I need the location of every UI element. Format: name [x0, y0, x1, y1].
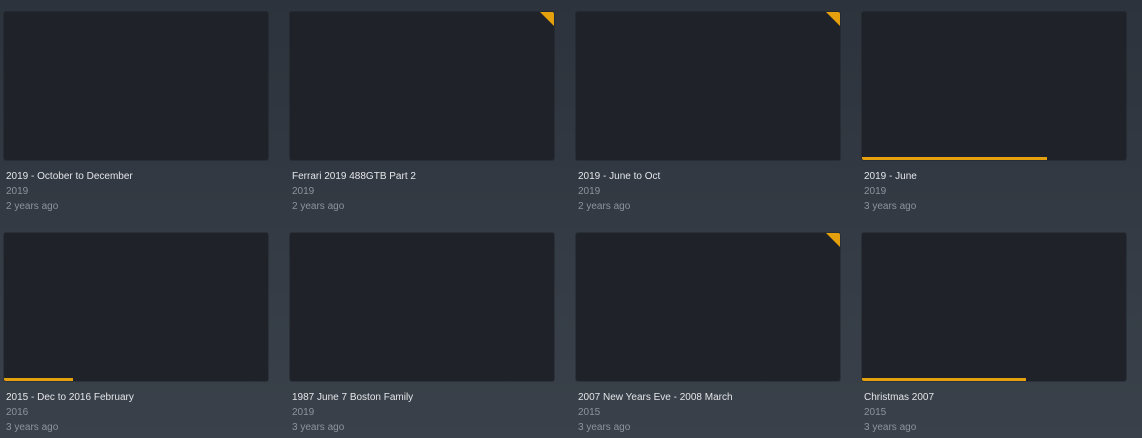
added-date: 2 years ago: [292, 201, 345, 212]
watch-progress-bar: [862, 157, 1047, 160]
media-year: 2015: [864, 407, 887, 418]
media-title[interactable]: Christmas 2007: [862, 391, 1126, 405]
poster-thumbnail[interactable]: [290, 12, 554, 160]
media-title[interactable]: 2019 - June to Oct: [576, 170, 840, 184]
media-card[interactable]: Ferrari 2019 488GTB Part 2 2019 2 years …: [290, 12, 554, 217]
added-date: 3 years ago: [6, 422, 59, 433]
media-card[interactable]: 1987 June 7 Boston Family 2019 3 years a…: [290, 233, 554, 438]
added-date: 3 years ago: [864, 422, 917, 433]
watch-progress-bar: [862, 378, 1026, 381]
media-card[interactable]: Christmas 2007 2015 3 years ago: [862, 233, 1126, 438]
media-year: 2015: [578, 407, 601, 418]
media-card[interactable]: 2019 - October to December 2019 2 years …: [4, 12, 268, 217]
added-date: 3 years ago: [578, 422, 631, 433]
unwatched-corner-icon: [826, 12, 840, 26]
media-title[interactable]: 2019 - June: [862, 170, 1126, 184]
media-card[interactable]: 2007 New Years Eve - 2008 March 2015 3 y…: [576, 233, 840, 438]
added-date: 3 years ago: [864, 201, 917, 212]
watch-progress-bar: [4, 378, 73, 381]
media-title[interactable]: 2019 - October to December: [4, 170, 268, 184]
media-card[interactable]: 2019 - June 2019 3 years ago: [862, 12, 1126, 217]
media-card[interactable]: 2019 - June to Oct 2019 2 years ago: [576, 12, 840, 217]
media-year: 2019: [292, 186, 315, 197]
media-year: 2019: [578, 186, 601, 197]
media-title[interactable]: 2015 - Dec to 2016 February: [4, 391, 268, 405]
poster-thumbnail[interactable]: [576, 233, 840, 381]
poster-thumbnail[interactable]: [4, 233, 268, 381]
media-grid: 2019 - October to December 2019 2 years …: [4, 12, 1126, 438]
media-year: 2019: [864, 186, 887, 197]
added-date: 2 years ago: [6, 201, 59, 212]
poster-thumbnail[interactable]: [576, 12, 840, 160]
media-title[interactable]: Ferrari 2019 488GTB Part 2: [290, 170, 554, 184]
poster-thumbnail[interactable]: [4, 12, 268, 160]
unwatched-corner-icon: [826, 233, 840, 247]
media-year: 2019: [292, 407, 315, 418]
poster-thumbnail[interactable]: [862, 12, 1126, 160]
poster-thumbnail[interactable]: [862, 233, 1126, 381]
media-card[interactable]: 2015 - Dec to 2016 February 2016 3 years…: [4, 233, 268, 438]
media-year: 2016: [6, 407, 29, 418]
poster-thumbnail[interactable]: [290, 233, 554, 381]
unwatched-corner-icon: [540, 12, 554, 26]
media-title[interactable]: 1987 June 7 Boston Family: [290, 391, 554, 405]
added-date: 3 years ago: [292, 422, 345, 433]
media-title[interactable]: 2007 New Years Eve - 2008 March: [576, 391, 840, 405]
media-year: 2019: [6, 186, 29, 197]
added-date: 2 years ago: [578, 201, 631, 212]
